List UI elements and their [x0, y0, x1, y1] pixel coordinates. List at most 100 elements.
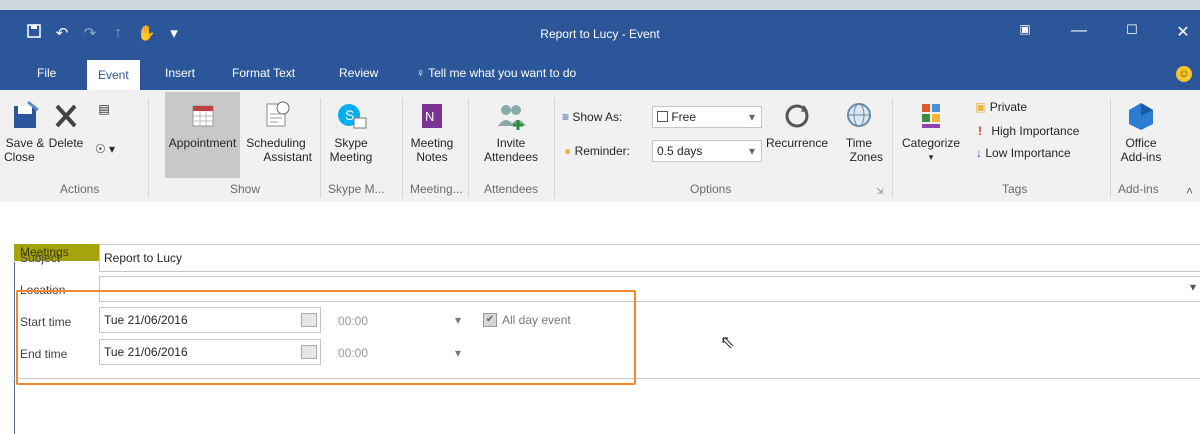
tab-insert[interactable]: Insert [165, 66, 195, 80]
group-label-actions: Actions [60, 182, 100, 196]
group-label-show: Show [230, 182, 261, 196]
chevron-down-icon: ▾ [1190, 280, 1197, 294]
bell-icon: ● [564, 144, 572, 158]
onenote-icon: N [422, 104, 442, 128]
highlight-box [16, 290, 636, 385]
show-as-value-wrap: Free [657, 110, 696, 124]
ribbon: Save & Close Delete ▤ ☉ ▾ Actions Appoin… [0, 90, 1200, 203]
scheduling-line2: Assistant [263, 150, 312, 164]
subject-value: Report to Lucy [104, 251, 183, 265]
office-addins-icon [1129, 103, 1153, 130]
separator [148, 98, 149, 198]
lock-icon: ▣ [975, 100, 987, 114]
more-actions-icon[interactable]: ☉ ▾ [90, 142, 120, 156]
close-icon[interactable]: ✕ [1168, 22, 1198, 42]
private-button[interactable]: ▣ Private [975, 100, 1027, 114]
private-label: Private [989, 100, 1028, 114]
invite-attendees-button[interactable]: Invite Attendees [476, 100, 546, 164]
appointment-label: Appointment [168, 136, 237, 150]
high-importance-button[interactable]: ! High Importance [978, 124, 1079, 138]
calendar-icon [192, 105, 213, 127]
reminder-label-group: ● Reminder: [564, 144, 652, 158]
separator [320, 98, 321, 198]
minimize-icon[interactable]: — [1064, 22, 1094, 40]
invite-line2: Attendees [483, 150, 539, 164]
reminder-label: Reminder: [574, 144, 630, 158]
top-strip [0, 0, 1200, 10]
group-label-attendees: Attendees [484, 182, 539, 196]
tab-review[interactable]: Review [339, 66, 378, 80]
office-addins-line2: Add-ins [1120, 150, 1162, 164]
globe-icon [847, 103, 871, 127]
subject-label: Subject [20, 251, 61, 265]
time-zones-line2: Zones [849, 150, 883, 164]
separator [402, 98, 403, 198]
chevron-down-icon: ▾ [928, 152, 934, 162]
dialog-launcher-icon[interactable]: ⇲ [876, 184, 884, 198]
save-close-line1: Save & [5, 136, 45, 150]
skype-icon: S [338, 104, 367, 129]
low-importance-label: Low Importance [985, 146, 1071, 160]
show-as-dropdown[interactable]: Free ▾ [652, 106, 762, 128]
save-close-line2: Close [4, 150, 35, 164]
arrow-down-icon: ↓ [976, 146, 982, 160]
high-importance-label: High Importance [991, 124, 1080, 138]
invite-line1: Invite [496, 136, 526, 150]
feedback-smiley-icon[interactable]: ☺ [1176, 66, 1192, 82]
time-zones-line1: Time [845, 136, 873, 150]
delete-button[interactable]: Delete [46, 100, 86, 150]
office-addins-button[interactable]: Office Add-ins [1114, 100, 1168, 164]
free-swatch [657, 111, 668, 122]
tell-me-box[interactable]: ♀ Tell me what you want to do [416, 66, 576, 80]
maximize-icon[interactable]: ☐ [1117, 22, 1147, 38]
show-as-label-group: ≡ Show As: [562, 110, 650, 124]
reminder-value: 0.5 days [657, 144, 703, 158]
tab-event[interactable]: Event [87, 60, 140, 90]
reply-with-im-icon[interactable]: ▤ [92, 102, 116, 116]
separator [468, 98, 469, 198]
recurrence-button[interactable]: Recurrence [762, 100, 832, 150]
meeting-notes-line2: Notes [416, 150, 448, 164]
categorize-icon [922, 104, 940, 128]
left-border [14, 262, 15, 434]
delete-label: Delete [48, 136, 84, 150]
chevron-down-icon: ▾ [749, 110, 756, 124]
svg-text:S: S [345, 107, 354, 123]
collapse-ribbon-icon[interactable]: ˄ [1186, 184, 1193, 198]
invite-attendees-icon [498, 105, 526, 130]
skype-meeting-button[interactable]: S Skype Meeting [326, 100, 376, 164]
appointment-button[interactable]: Appointment [165, 92, 240, 178]
low-importance-button[interactable]: ↓ Low Importance [976, 146, 1071, 160]
scheduling-assistant-icon [266, 101, 290, 127]
delete-icon [55, 104, 77, 128]
group-label-options: Options [690, 182, 732, 196]
scheduling-assistant-button[interactable]: Scheduling Assistant [240, 100, 312, 164]
subject-input[interactable]: Report to Lucy [99, 244, 1200, 272]
chevron-down-icon: ▾ [749, 144, 756, 158]
categorize-label: Categorize [901, 136, 961, 150]
lightbulb-icon: ♀ [416, 66, 425, 80]
show-as-value: Free [671, 110, 697, 124]
tab-format-text[interactable]: Format Text [232, 66, 295, 80]
meeting-notes-button[interactable]: N Meeting Notes [404, 100, 460, 164]
show-as-icon: ≡ [562, 110, 570, 124]
office-addins-line1: Office [1125, 136, 1157, 150]
mouse-cursor-icon: ⇖ [720, 332, 736, 352]
group-label-meeting-notes: Meeting... [410, 182, 463, 196]
show-as-label: Show As: [572, 110, 623, 124]
save-close-button[interactable]: Save & Close [4, 100, 46, 164]
ribbon-display-icon[interactable]: ▣ [1010, 22, 1040, 36]
recurrence-icon [785, 104, 809, 128]
svg-text:N: N [425, 109, 434, 124]
group-label-tags: Tags [1002, 182, 1028, 196]
time-zones-button[interactable]: Time Zones [835, 100, 883, 164]
separator [554, 98, 555, 198]
save-close-icon [14, 100, 39, 128]
reminder-dropdown[interactable]: 0.5 days ▾ [652, 140, 762, 162]
tab-file[interactable]: File [37, 66, 56, 80]
meeting-notes-line1: Meeting [410, 136, 454, 150]
categorize-button[interactable]: Categorize ▾ [896, 100, 966, 164]
group-label-addins: Add-ins [1118, 182, 1159, 196]
group-label-skype: Skype M... [328, 182, 385, 196]
scheduling-line1: Scheduling [246, 136, 306, 150]
